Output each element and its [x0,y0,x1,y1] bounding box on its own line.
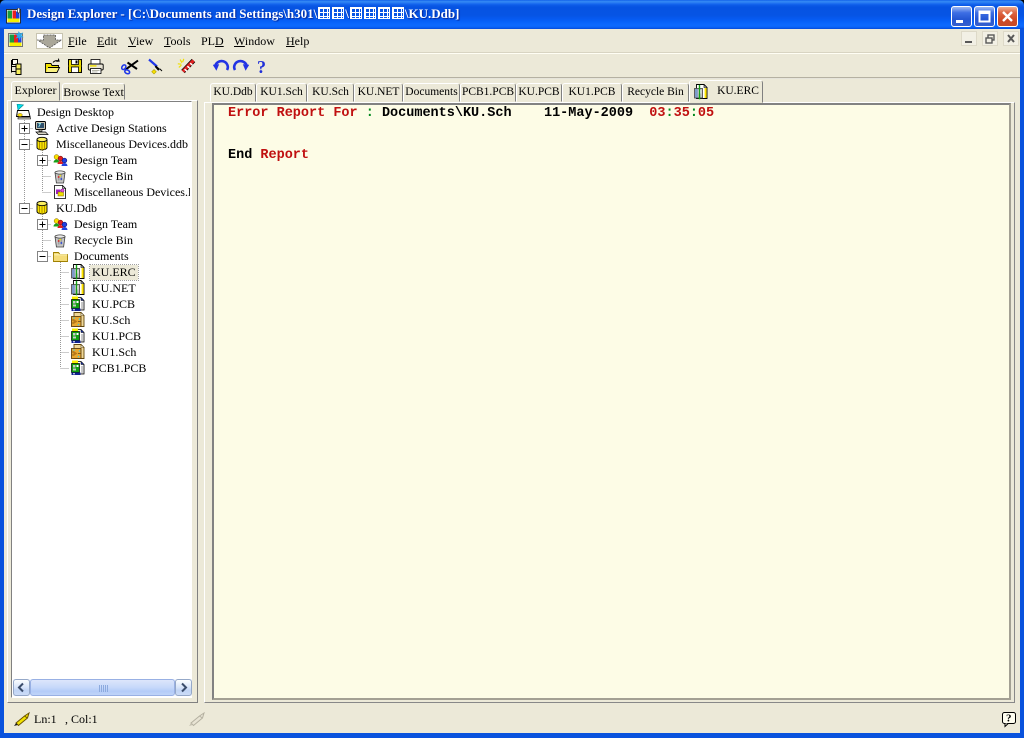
svg-text:?: ? [257,58,266,77]
svg-text:?: ? [1006,713,1012,725]
